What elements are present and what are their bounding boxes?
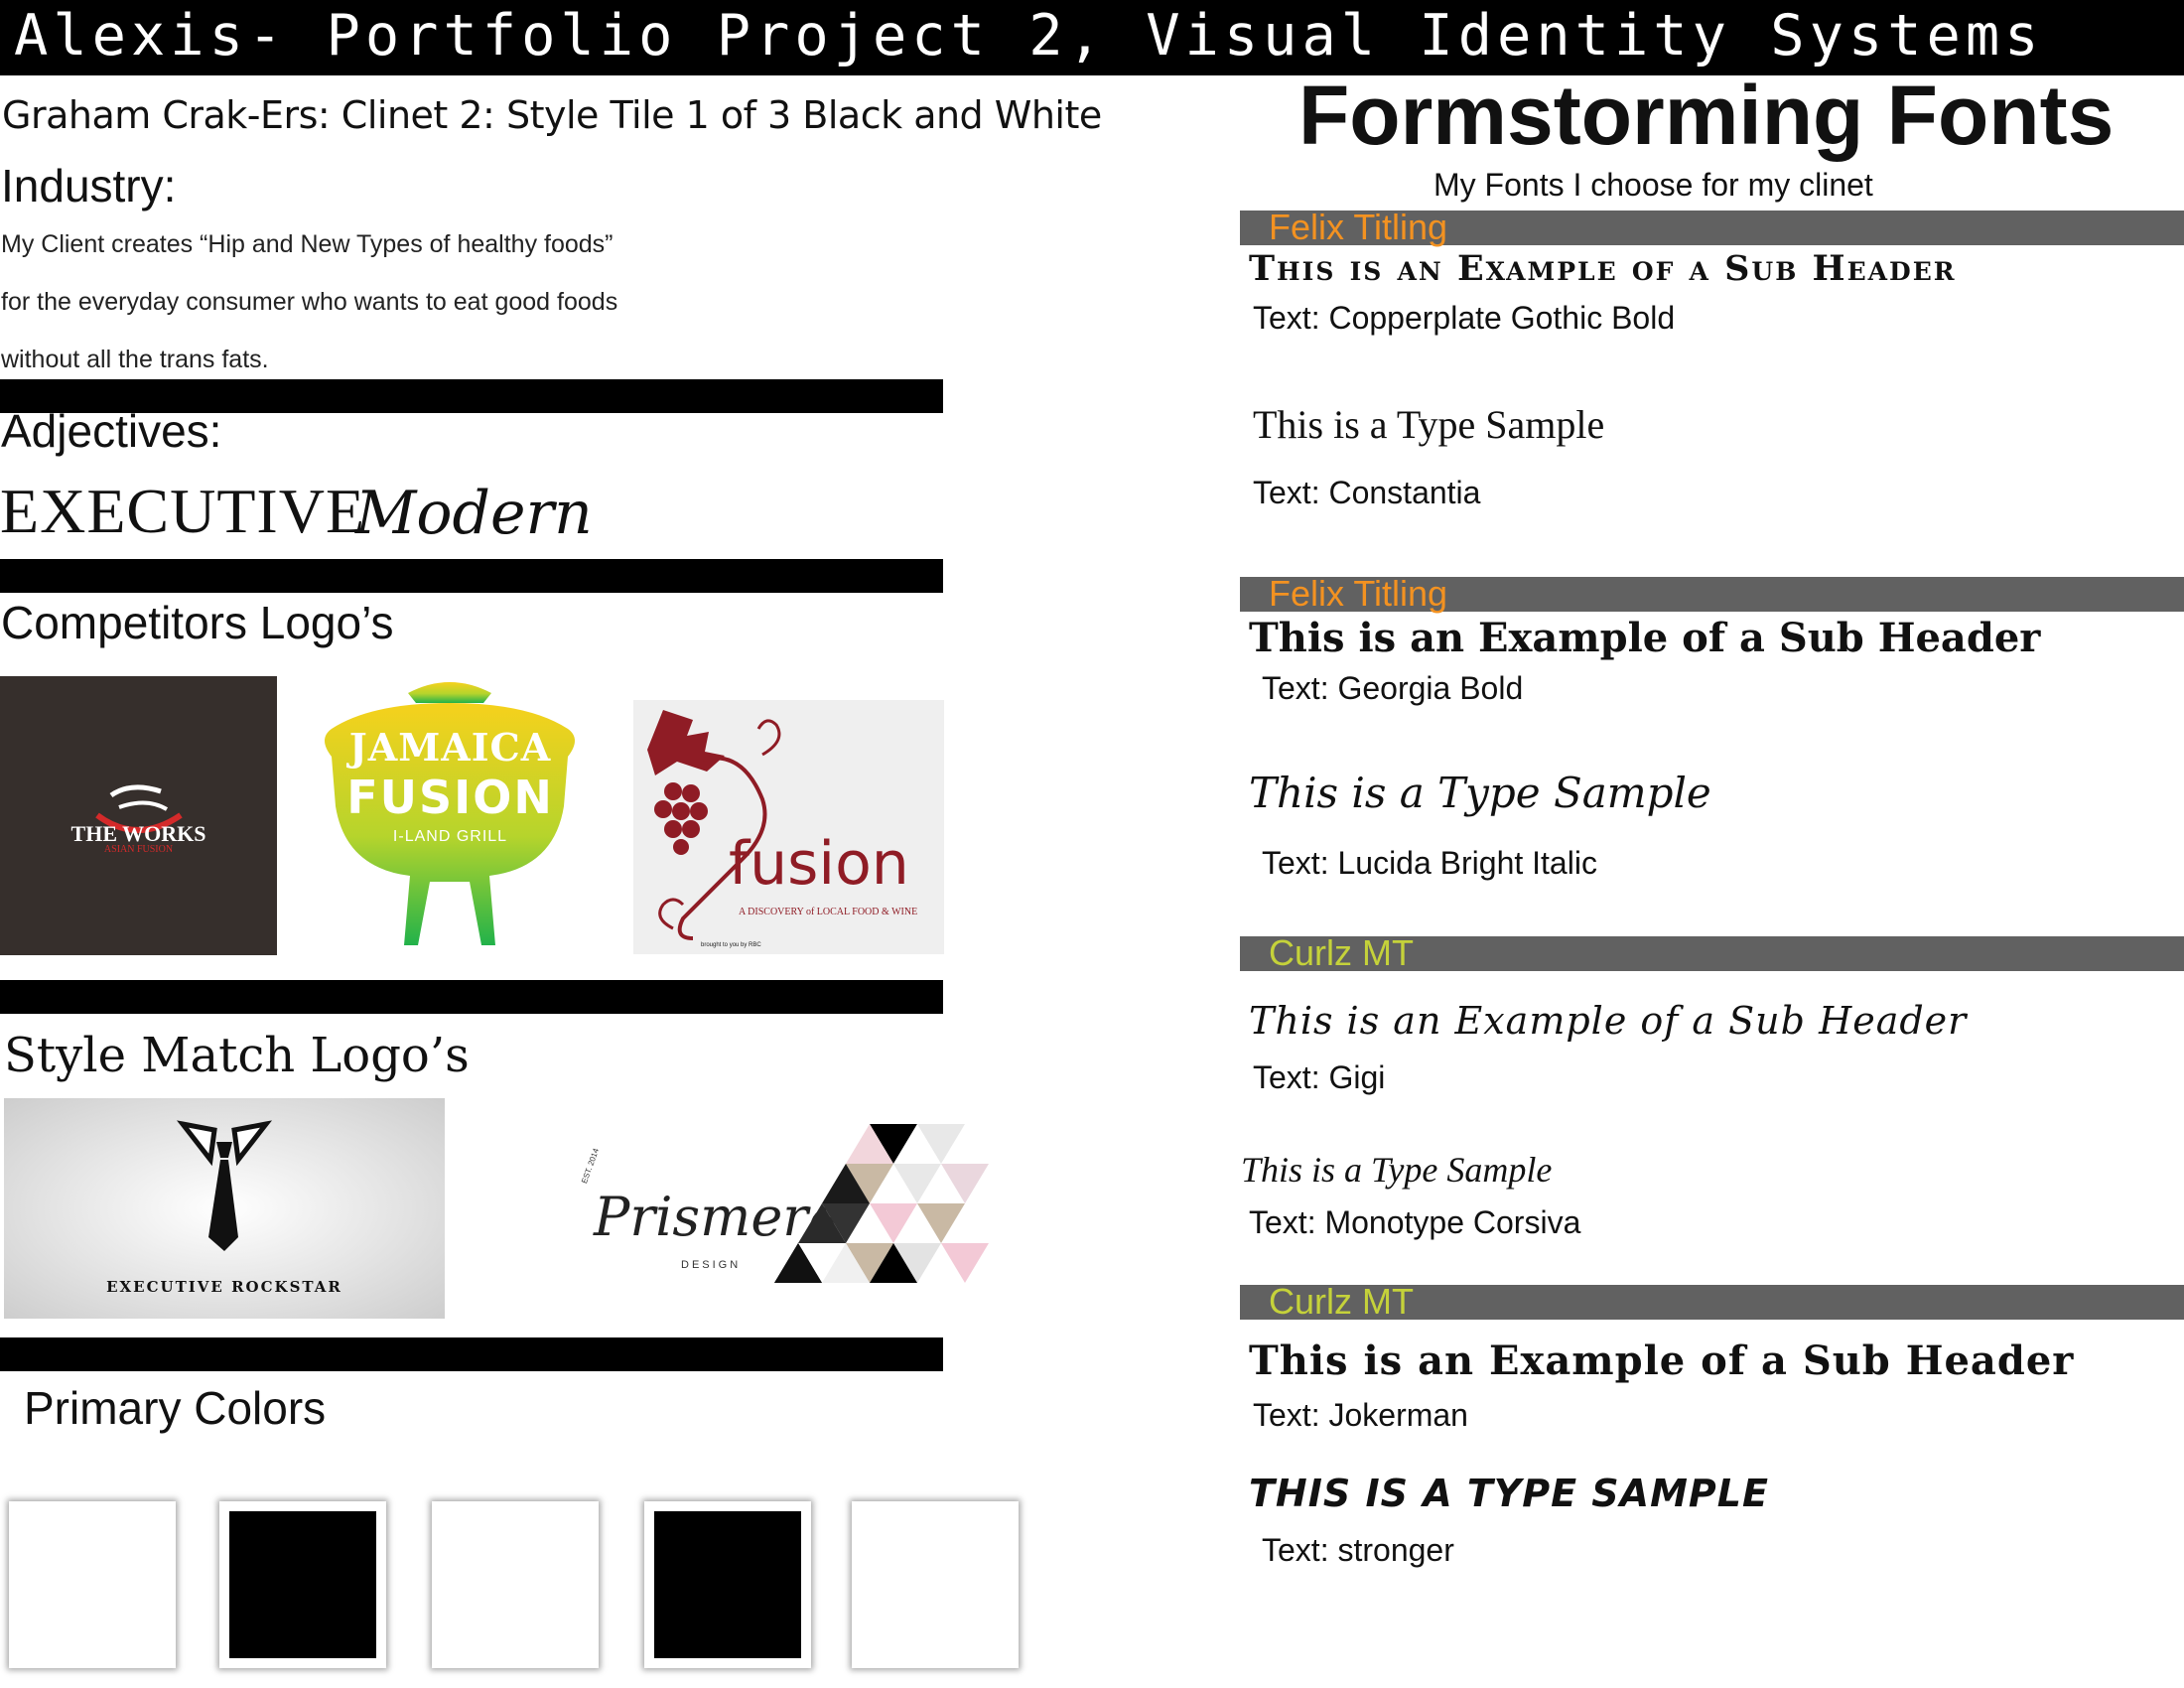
fonts-title: Formstorming Fonts (1298, 69, 2115, 162)
section-divider (0, 559, 943, 593)
type-sample: This is a Type Sample (1249, 769, 1711, 817)
sub-header-sample: This is an Example of a Sub Header (1249, 615, 2041, 661)
style-match-heading: Style Match Logo’s (4, 1028, 470, 1083)
adjectives-heading: Adjectives: (1, 405, 222, 457)
page-title: Alexis- Portfolio Project 2, Visual Iden… (14, 3, 2044, 69)
fusion-word: fusion (729, 829, 909, 899)
section-divider (0, 980, 943, 1014)
industry-line: My Client creates “Hip and New Types of … (1, 230, 614, 258)
industry-heading: Industry: (1, 160, 177, 211)
type-sample: THIS IS A TYPE SAMPLE (1249, 1472, 1769, 1515)
color-swatch (852, 1501, 1019, 1668)
jamaica-line2: FUSION (346, 771, 554, 824)
color-swatch-fill (654, 1511, 801, 1658)
font-note: Text: Gigi (1253, 1059, 1386, 1095)
font-section-bar: Felix Titling (1240, 573, 2184, 614)
font-note: Text: Georgia Bold (1262, 670, 1524, 706)
color-swatch (219, 1501, 386, 1668)
color-swatch (644, 1501, 811, 1668)
client-subtitle: Graham Crak-Ers: Clinet 2: Style Tile 1 … (2, 93, 1102, 137)
font-note: Text: Jokerman (1253, 1397, 1468, 1433)
color-swatch-fill (229, 1511, 376, 1658)
font-section-label: Felix Titling (1269, 207, 1448, 247)
font-note: Text: Monotype Corsiva (1249, 1204, 1581, 1240)
color-swatch-fill (442, 1511, 589, 1658)
fusion-tagline: A DISCOVERY of LOCAL FOOD & WINE (739, 907, 918, 917)
sub-header-sample: This is an Example of a Sub Header (1249, 999, 1968, 1043)
prismera-sub: DESIGN (681, 1259, 742, 1271)
font-note: Text: Copperplate Gothic Bold (1253, 300, 1676, 336)
prismera-est: EST. 2014 (580, 1147, 602, 1186)
industry-line: for the everyday consumer who wants to e… (1, 288, 618, 316)
industry-line: without all the trans fats. (1, 346, 269, 373)
jamaica-line1: JAMAICA (348, 725, 552, 770)
font-section-bar: Curlz MT (1240, 932, 2184, 973)
adjective-modern: Modern (355, 479, 593, 548)
section-divider (0, 1337, 943, 1371)
type-sample: This is a Type Sample (1241, 1150, 1553, 1190)
font-section-label: Curlz MT (1269, 932, 1414, 973)
competitors-heading: Competitors Logo’s (1, 597, 394, 648)
triangle-mosaic-icon (774, 1124, 989, 1283)
color-swatch-fill (19, 1511, 166, 1658)
the-works-logo: THE WORKS ASIAN FUSION (0, 676, 277, 955)
fusion-wine-logo: fusion A DISCOVERY of LOCAL FOOD & WINE … (633, 700, 944, 954)
steam-bowl-icon (95, 784, 183, 833)
font-note: Text: Lucida Bright Italic (1262, 845, 1597, 881)
font-section-bar: Felix Titling (1240, 207, 2184, 247)
font-section-label: Curlz MT (1269, 1281, 1414, 1322)
sub-header-sample: This is an Example of a Sub Header (1249, 1337, 2075, 1384)
sub-header-sample: This is an Example of a Sub Header (1249, 248, 1957, 289)
color-swatch (432, 1501, 599, 1668)
adjective-executive: EXECUTIVE (0, 476, 366, 546)
font-section-label: Felix Titling (1269, 573, 1448, 614)
jamaica-fusion-logo: JAMAICA FUSION I-LAND GRILL (314, 679, 587, 957)
executive-rockstar-logo: EXECUTIVE ROCKSTAR (4, 1098, 445, 1319)
fonts-subtitle: My Fonts I choose for my clinet (1433, 167, 1873, 203)
font-note: Text: Constantia (1253, 475, 1481, 510)
prismera-logo: EST. 2014 Prismera DESIGN (580, 1147, 840, 1289)
primary-colors-heading: Primary Colors (24, 1382, 327, 1434)
color-swatch-fill (862, 1511, 1009, 1658)
fusion-credit: brought to you by RBC (701, 942, 761, 948)
jamaica-line3: I-LAND GRILL (392, 828, 508, 845)
works-tagline: ASIAN FUSION (103, 844, 174, 855)
color-swatch (9, 1501, 176, 1668)
font-note: Text: stronger (1262, 1532, 1454, 1568)
rockstar-label: EXECUTIVE ROCKSTAR (106, 1278, 342, 1296)
font-section-bar: Curlz MT (1240, 1281, 2184, 1322)
type-sample: This is a Type Sample (1253, 402, 1605, 447)
